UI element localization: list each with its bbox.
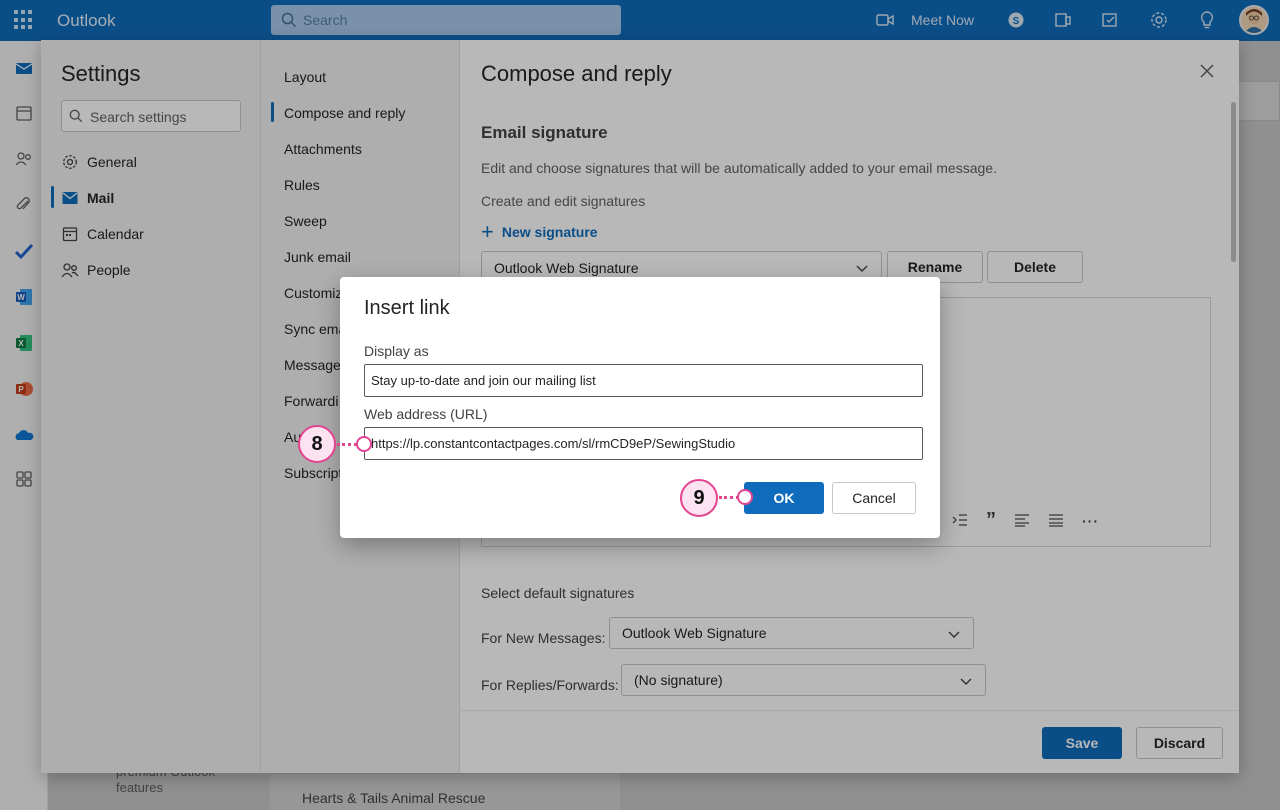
step-9-connector xyxy=(719,496,739,499)
display-as-input[interactable]: Stay up-to-date and join our mailing lis… xyxy=(364,364,923,397)
cancel-button[interactable]: Cancel xyxy=(832,482,916,514)
url-input[interactable]: https://lp.constantcontactpages.com/sl/r… xyxy=(364,427,923,460)
step-9-target-marker xyxy=(737,489,753,505)
url-label: Web address (URL) xyxy=(364,406,488,422)
dialog-title: Insert link xyxy=(364,297,450,319)
step-9-callout: 9 xyxy=(680,479,718,517)
display-as-value: Stay up-to-date and join our mailing lis… xyxy=(371,373,596,388)
display-as-label: Display as xyxy=(364,343,429,359)
url-value: https://lp.constantcontactpages.com/sl/r… xyxy=(371,436,736,451)
step-8-callout: 8 xyxy=(298,425,336,463)
insert-link-dialog: Insert link Display as Stay up-to-date a… xyxy=(340,277,940,538)
step-8-connector xyxy=(337,443,357,446)
step-8-target-marker xyxy=(356,436,372,452)
ok-button[interactable]: OK xyxy=(744,482,824,514)
